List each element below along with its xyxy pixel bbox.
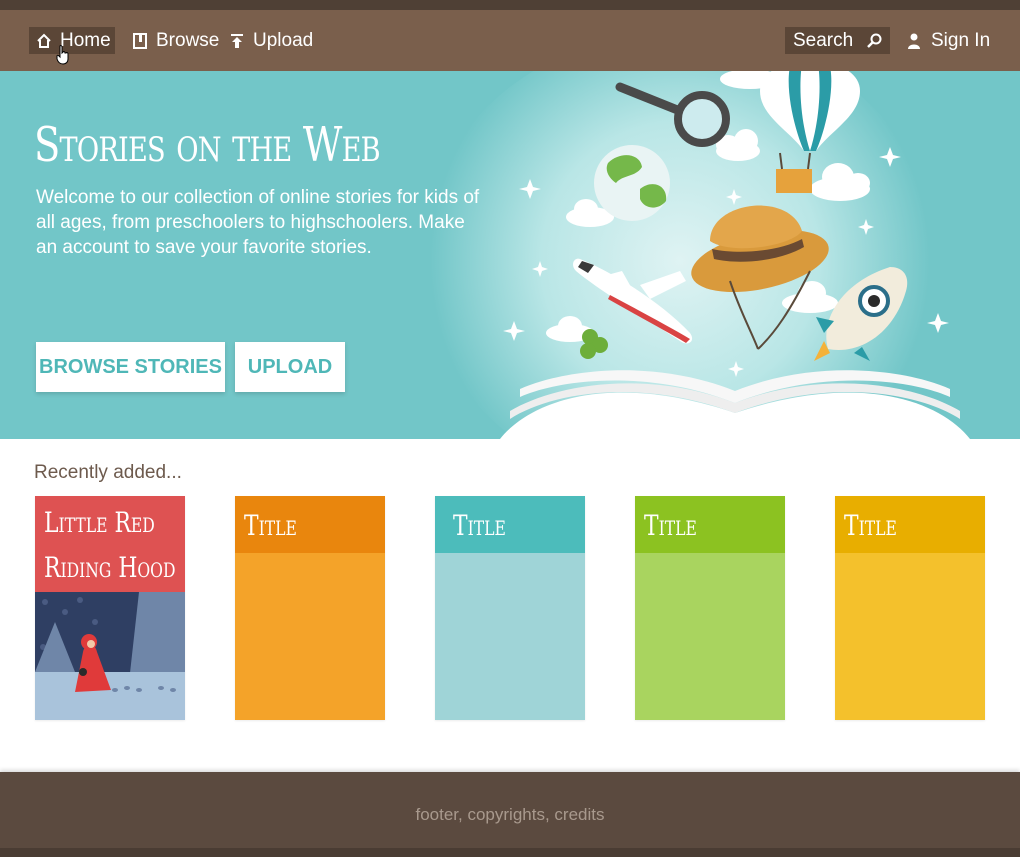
upload-icon — [231, 33, 243, 48]
nav-upload-label: Upload — [253, 29, 314, 51]
card-title: Title — [644, 509, 697, 542]
footer: footer, copyrights, credits — [0, 772, 1020, 857]
footer-text: footer, copyrights, credits — [415, 805, 605, 824]
card-header: Title — [635, 496, 785, 553]
hat-icon — [691, 205, 829, 350]
book-icon — [133, 32, 147, 49]
user-icon — [908, 33, 920, 49]
sign-in-link[interactable]: Sign In — [907, 27, 990, 54]
nav-browse[interactable]: Browse — [132, 27, 219, 54]
card-title-line: Riding Hood — [44, 551, 176, 584]
card-title: Title — [244, 509, 297, 542]
hero-illustration — [500, 71, 970, 439]
browse-stories-button[interactable]: BROWSE STORIES — [36, 342, 225, 392]
open-book-icon — [500, 370, 970, 439]
story-card[interactable]: Title — [435, 496, 585, 720]
card-title-line: Little Red — [44, 506, 155, 539]
rocket-icon — [814, 267, 908, 361]
sign-in-label: Sign In — [931, 29, 991, 51]
nav-upload[interactable]: Upload — [229, 27, 313, 54]
card-header: Little Red Riding Hood — [35, 496, 185, 592]
story-cover-image — [35, 592, 185, 720]
top-strip — [0, 0, 1020, 10]
story-card[interactable]: Title — [835, 496, 985, 720]
card-title: Title — [453, 509, 506, 542]
nav-browse-label: Browse — [156, 29, 220, 51]
home-icon — [37, 33, 51, 48]
footer-bottom-strip — [0, 848, 1020, 857]
navbar: Home Browse Upload Search Sign In — [0, 10, 1020, 71]
magnifier-icon — [615, 82, 730, 147]
search-placeholder: Search — [793, 29, 854, 51]
card-cover-placeholder — [235, 553, 385, 720]
nav-home[interactable]: Home — [29, 27, 115, 54]
recently-added-heading: Recently added... — [34, 462, 182, 483]
card-header: Title — [435, 496, 585, 553]
card-header: Title — [235, 496, 385, 553]
story-card[interactable]: Title — [235, 496, 385, 720]
globe-icon — [594, 145, 670, 221]
story-card[interactable]: Little Red Riding Hood — [35, 496, 185, 720]
clover-icon — [580, 329, 608, 359]
search-input[interactable]: Search — [785, 27, 890, 54]
card-cover-placeholder — [835, 553, 985, 720]
card-header: Title — [835, 496, 985, 553]
hero-banner: Stories on the Web Welcome to our collec… — [0, 71, 1020, 439]
upload-button[interactable]: UPLOAD — [235, 342, 345, 392]
card-title: Title — [844, 509, 897, 542]
card-cover-placeholder — [435, 553, 585, 720]
search-icon[interactable] — [866, 33, 882, 49]
card-title: Little Red Riding Hood — [44, 500, 175, 590]
story-card[interactable]: Title — [635, 496, 785, 720]
hero-description: Welcome to our collection of online stor… — [36, 187, 480, 258]
page-title: Stories on the Web — [34, 117, 381, 173]
hand-cursor-icon — [56, 45, 69, 65]
card-cover-placeholder — [635, 553, 785, 720]
